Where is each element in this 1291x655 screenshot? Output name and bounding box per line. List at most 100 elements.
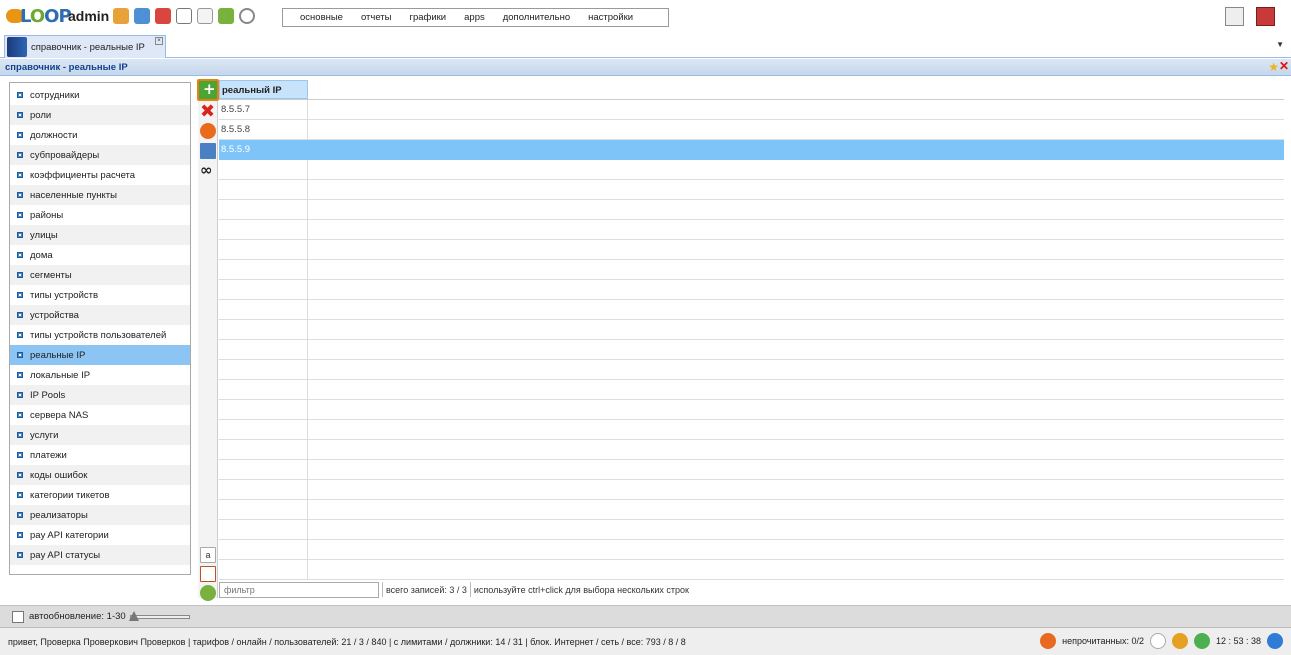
page-button[interactable] — [200, 566, 216, 582]
table-row[interactable] — [219, 380, 1284, 400]
alert-icon[interactable] — [1149, 633, 1166, 649]
info-icon[interactable] — [1267, 633, 1283, 649]
table-row[interactable] — [219, 400, 1284, 420]
table-row[interactable] — [219, 300, 1284, 320]
table-row[interactable] — [219, 520, 1284, 540]
unread-count[interactable]: непрочитанных: 0/2 — [1062, 636, 1144, 646]
cell-real-ip — [219, 260, 308, 279]
logout-icon[interactable] — [1256, 7, 1275, 26]
table-row[interactable]: 8.5.5.7 — [219, 100, 1284, 120]
sidebar-item[interactable]: реализаторы — [10, 505, 190, 525]
cell-real-ip — [219, 240, 308, 259]
table-row[interactable] — [219, 200, 1284, 220]
table-row[interactable] — [219, 420, 1284, 440]
slider-thumb[interactable] — [128, 610, 139, 621]
table-row[interactable] — [219, 480, 1284, 500]
sidebar-item-label: категории тикетов — [30, 489, 110, 501]
sidebar-item[interactable]: сотрудники — [10, 85, 190, 105]
tickets-icon[interactable] — [155, 8, 171, 24]
wand-icon[interactable] — [197, 8, 213, 24]
menu-item-apps[interactable]: apps — [464, 12, 485, 23]
settings-gear-icon[interactable] — [200, 585, 216, 601]
sidebar-item[interactable]: коэффициенты расчета — [10, 165, 190, 185]
menu-item-reports[interactable]: отчеты — [361, 12, 392, 23]
cell-real-ip — [219, 360, 308, 379]
sidebar-item[interactable]: типы устройств — [10, 285, 190, 305]
sidebar-item[interactable]: сервера NAS — [10, 405, 190, 425]
search-icon[interactable] — [239, 8, 255, 24]
tab-scroll-arrow-icon[interactable]: ▼ — [1276, 40, 1284, 49]
tab-real-ip[interactable]: справочник - реальные IP × — [4, 35, 166, 58]
cell-real-ip — [219, 220, 308, 239]
sidebar-item[interactable]: роли — [10, 105, 190, 125]
column-header-real-ip[interactable]: реальный IP — [219, 80, 308, 99]
close-panel-icon[interactable]: ✕ — [1279, 60, 1289, 72]
sidebar-item[interactable]: категории тикетов — [10, 485, 190, 505]
table-row[interactable] — [219, 180, 1284, 200]
sidebar-item[interactable]: устройства — [10, 305, 190, 325]
table-row[interactable]: 8.5.5.9 — [219, 140, 1284, 160]
table-row[interactable] — [219, 260, 1284, 280]
show-all-button[interactable]: ∞ — [200, 163, 216, 179]
sidebar-item-label: типы устройств — [30, 289, 99, 301]
cell-real-ip — [219, 400, 308, 419]
sidebar-item[interactable]: локальные IP — [10, 365, 190, 385]
export-button[interactable] — [200, 143, 216, 159]
sidebar-item-label: районы — [30, 209, 64, 221]
sidebar-item[interactable]: сегменты — [10, 265, 190, 285]
users-icon[interactable] — [134, 8, 150, 24]
bullet-icon — [17, 412, 23, 418]
menu-item-charts[interactable]: графики — [410, 12, 447, 23]
sidebar-item[interactable]: платежи — [10, 445, 190, 465]
refresh-icon[interactable] — [1040, 633, 1057, 649]
text-icon[interactable] — [176, 8, 192, 24]
sidebar-item[interactable]: типы устройств пользователей — [10, 325, 190, 345]
favorite-star-icon[interactable]: ★ — [1268, 61, 1279, 73]
table-row[interactable] — [219, 220, 1284, 240]
menu-item-main[interactable]: основные — [300, 12, 343, 23]
sidebar-item[interactable]: pay API статусы — [10, 545, 190, 565]
table-row[interactable] — [219, 340, 1284, 360]
add-button[interactable] — [197, 79, 219, 101]
sidebar-item[interactable]: IP Pools — [10, 385, 190, 405]
autoupdate-slider[interactable] — [128, 610, 190, 621]
table-row[interactable] — [219, 160, 1284, 180]
table-row[interactable] — [219, 320, 1284, 340]
tab-close-icon[interactable]: × — [155, 37, 163, 45]
table-row[interactable]: 8.5.5.8 — [219, 120, 1284, 140]
sidebar-item[interactable]: реальные IP — [10, 345, 190, 365]
bullet-icon — [17, 332, 23, 338]
sidebar-item[interactable]: услуги — [10, 425, 190, 445]
table-row[interactable] — [219, 440, 1284, 460]
refresh-button[interactable] — [200, 123, 216, 139]
sidebar-item[interactable]: районы — [10, 205, 190, 225]
sidebar-item[interactable]: дома — [10, 245, 190, 265]
menu-item-settings[interactable]: настройки — [588, 12, 633, 23]
gear-icon[interactable] — [218, 8, 234, 24]
table-row[interactable] — [219, 360, 1284, 380]
delete-button[interactable]: ✖ — [200, 103, 216, 121]
sidebar-item[interactable]: pay API категории — [10, 525, 190, 545]
sidebar-item[interactable]: субпровайдеры — [10, 145, 190, 165]
bullet-icon — [17, 312, 23, 318]
table-row[interactable] — [219, 280, 1284, 300]
tools-icon[interactable] — [113, 8, 129, 24]
close-tools-icon[interactable] — [1225, 7, 1244, 26]
menu-item-extra[interactable]: дополнительно — [503, 12, 570, 23]
table-row[interactable] — [219, 500, 1284, 520]
table-row[interactable] — [219, 540, 1284, 560]
font-size-button[interactable]: a — [200, 547, 216, 563]
sidebar-item[interactable]: должности — [10, 125, 190, 145]
users-online-icon[interactable] — [1171, 633, 1188, 649]
table-row[interactable] — [219, 460, 1284, 480]
status-bar: привет, Проверка Проверкович Проверков |… — [0, 627, 1291, 655]
autoupdate-checkbox[interactable] — [12, 610, 24, 623]
filter-input[interactable] — [219, 581, 379, 598]
table-row[interactable] — [219, 560, 1284, 580]
cell-real-ip: 8.5.5.7 — [219, 100, 308, 119]
sidebar-item-label: услуги — [30, 429, 59, 441]
sidebar-item[interactable]: коды ошибок — [10, 465, 190, 485]
sidebar-item[interactable]: населенные пункты — [10, 185, 190, 205]
sidebar-item[interactable]: улицы — [10, 225, 190, 245]
table-row[interactable] — [219, 240, 1284, 260]
